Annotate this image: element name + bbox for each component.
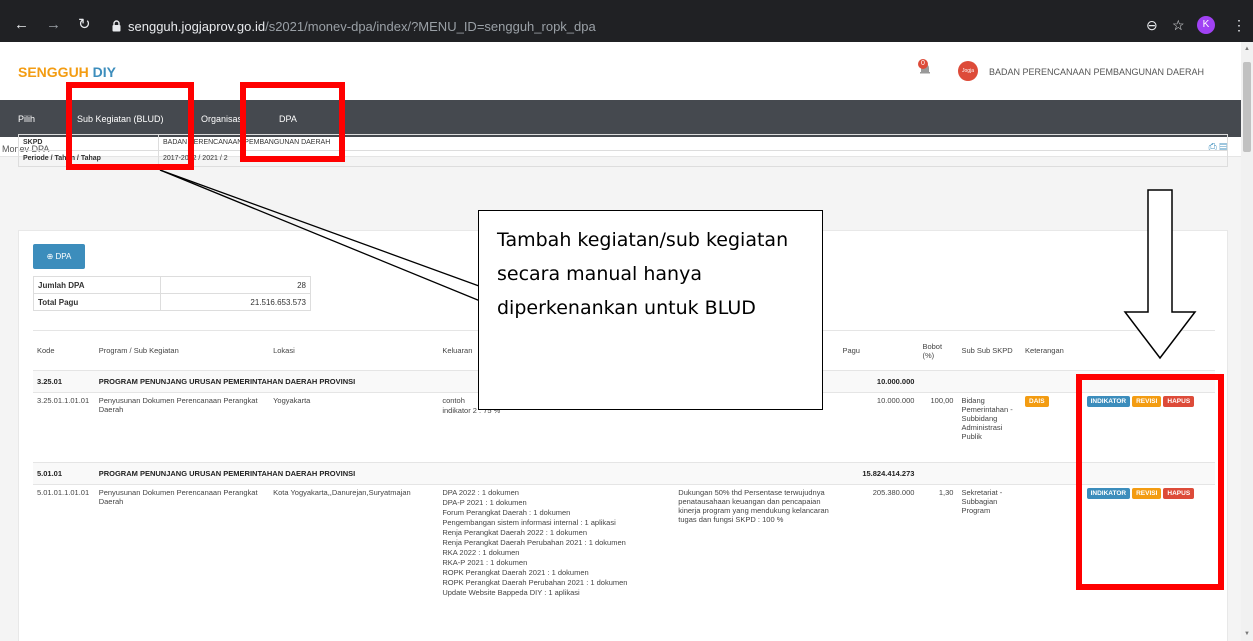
col-kode: Kode xyxy=(33,330,95,371)
jumlah-dpa-value: 28 xyxy=(160,276,311,294)
row-keterangan: DAIS xyxy=(1021,392,1083,463)
page-scrollbar[interactable]: ▲ ▼ xyxy=(1241,42,1253,641)
col-program: Program / Sub Kegiatan xyxy=(94,330,270,371)
program-pagu: 10.000.000 xyxy=(838,370,919,393)
row-code: 5.01.01.1.01.01 xyxy=(33,484,95,601)
row-subsub: Bidang Pemerintahan - Subbidang Administ… xyxy=(957,392,1022,463)
program-row: 5.01.01 PROGRAM PENUNJANG URUSAN PEMERIN… xyxy=(33,462,1215,485)
info-table: SKPD BADAN PERENCANAAN PEMBANGUNAN DAERAH… xyxy=(18,134,1228,167)
star-icon[interactable]: ☆ xyxy=(1172,17,1185,34)
row-subsub: Sekretariat - Subbagian Program xyxy=(957,484,1022,601)
row-lokasi: Yogyakarta xyxy=(269,392,439,463)
notification-count: 0 xyxy=(918,59,928,69)
url-path: /s2021/monev-dpa/index/?MENU_ID=sengguh_… xyxy=(265,19,596,34)
profile-avatar[interactable]: K xyxy=(1197,16,1215,34)
org-logo: Jogja xyxy=(958,61,978,81)
org-name[interactable]: BADAN PERENCANAAN PEMBANGUNAN DAERAH xyxy=(989,67,1204,77)
annotation-box-actions xyxy=(1076,374,1224,590)
url-host: sengguh.jogjaprov.go.id xyxy=(128,19,266,34)
row-keterangan xyxy=(1021,484,1083,601)
nav-organisasi[interactable]: Organisasi xyxy=(201,114,244,124)
col-keterangan: Keterangan xyxy=(1021,330,1083,371)
total-pagu-value: 21.516.653.573 xyxy=(160,293,311,311)
notification-bell[interactable]: 0 xyxy=(918,59,932,76)
nav-pilih[interactable]: Pilih xyxy=(18,114,35,124)
annotation-box-dpa xyxy=(240,82,345,162)
row-name: Penyusunan Dokumen Perencanaan Perangkat… xyxy=(94,392,270,463)
lock-icon xyxy=(112,20,121,32)
annotation-box-blud xyxy=(66,82,194,170)
row-name: Penyusunan Dokumen Perencanaan Perangkat… xyxy=(94,484,270,601)
table-row: 5.01.01.1.01.01 Penyusunan Dokumen Peren… xyxy=(33,484,1215,601)
col-lokasi: Lokasi xyxy=(269,330,439,371)
reload-icon[interactable]: ↻ xyxy=(78,17,91,32)
dais-badge: DAIS xyxy=(1025,396,1049,407)
row-bobot: 1,30 xyxy=(918,484,958,601)
program-pagu: 15.824.414.273 xyxy=(838,462,919,485)
program-name: PROGRAM PENUNJANG URUSAN PEMERINTAHAN DA… xyxy=(94,462,839,485)
program-code: 3.25.01 xyxy=(33,370,95,393)
scroll-up-icon[interactable]: ▲ xyxy=(1244,46,1250,52)
row-code: 3.25.01.1.01.01 xyxy=(33,392,95,463)
menu-icon[interactable]: ⋮ xyxy=(1232,17,1246,34)
program-code: 5.01.01 xyxy=(33,462,95,485)
total-pagu-label: Total Pagu xyxy=(33,293,161,311)
row-bobot: 100,00 xyxy=(918,392,958,463)
col-actions xyxy=(1082,330,1215,371)
zoom-icon[interactable]: ⊖ xyxy=(1146,17,1158,34)
row-pagu: 205.380.000 xyxy=(838,484,919,601)
add-dpa-button[interactable]: ⊕ DPA xyxy=(33,244,85,269)
jumlah-dpa-label: Jumlah DPA xyxy=(33,276,161,294)
scroll-down-icon[interactable]: ▼ xyxy=(1244,631,1250,637)
address-bar[interactable]: sengguh.jogjaprov.go.id/s2021/monev-dpa/… xyxy=(128,16,1253,38)
browser-chrome: ← → ↻ sengguh.jogjaprov.go.id/s2021/mone… xyxy=(0,0,1253,42)
col-subsub-skpd: Sub Sub SKPD xyxy=(957,330,1022,371)
scrollbar-thumb[interactable] xyxy=(1243,62,1251,152)
row-lokasi: Kota Yogyakarta,,Danurejan,Suryatmajan xyxy=(269,484,439,601)
row-hasil: Dukungan 50% thd Persentase terwujudnya … xyxy=(674,484,839,601)
brand-logo[interactable]: SENGGUH DIY xyxy=(18,64,116,80)
forward-icon[interactable]: → xyxy=(46,17,61,32)
annotation-callout: Tambah kegiatan/sub kegiatan secara manu… xyxy=(478,210,823,410)
row-pagu: 10.000.000 xyxy=(838,392,919,463)
row-keluaran: DPA 2022 : 1 dokumen DPA-P 2021 : 1 doku… xyxy=(438,484,675,601)
summary-table: Jumlah DPA 28 Total Pagu 21.516.653.573 xyxy=(33,276,311,311)
callout-text: Tambah kegiatan/sub kegiatan secara manu… xyxy=(497,229,789,319)
col-bobot: Bobot (%) xyxy=(918,330,958,371)
col-pagu: Pagu xyxy=(838,330,919,371)
back-icon[interactable]: ← xyxy=(14,17,29,32)
